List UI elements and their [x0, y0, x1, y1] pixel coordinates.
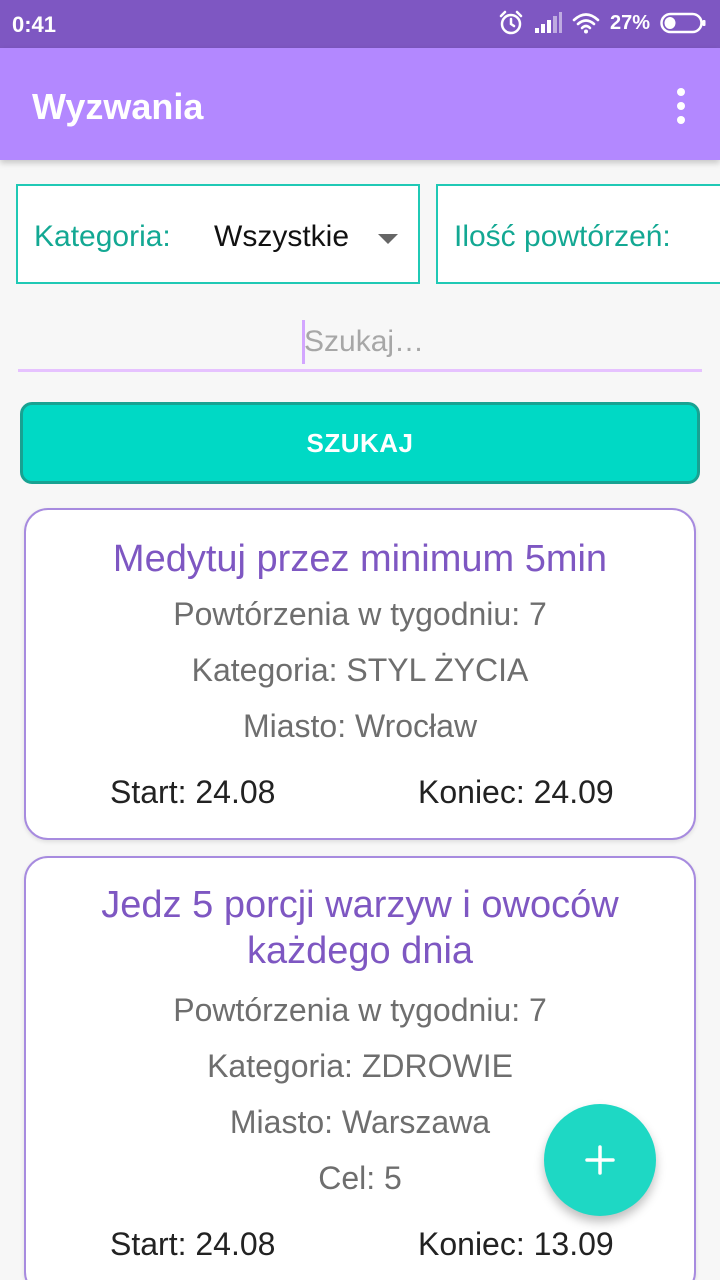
plus-icon: [585, 1145, 615, 1175]
challenge-card[interactable]: Medytuj przez minimum 5min Powtórzenia w…: [24, 508, 696, 840]
app-title: Wyzwania: [32, 86, 204, 127]
add-challenge-button[interactable]: [544, 1104, 656, 1216]
challenge-end: Koniec: 24.09: [418, 774, 614, 810]
dropdown-arrow-icon[interactable]: [378, 234, 398, 244]
challenge-title-line2: każdego dnia: [246, 930, 474, 972]
status-time: 0:41: [12, 12, 57, 37]
status-icons: 27%: [498, 10, 706, 36]
challenge-city: Miasto: Wrocław: [242, 708, 478, 744]
challenge-category: Kategoria: STYL ŻYCIA: [191, 652, 529, 688]
challenge-title: Medytuj przez minimum 5min: [112, 538, 608, 580]
search-button[interactable]: SZUKAJ: [20, 402, 700, 484]
challenge-card[interactable]: Jedz 5 porcji warzyw i owoców każdego dn…: [24, 856, 696, 1280]
alarm-icon: [499, 10, 523, 35]
battery-percent: 27%: [609, 11, 650, 34]
repetitions-label: Ilość powtórzeń:: [454, 220, 671, 253]
wifi-icon: [572, 13, 600, 34]
challenge-repetitions: Powtórzenia w tygodniu: 7: [173, 992, 547, 1028]
challenge-title-line1: Jedz 5 porcji warzyw i owoców: [101, 884, 619, 926]
category-dropdown-value[interactable]: Wszystkie: [214, 220, 349, 254]
battery-icon: [660, 12, 706, 34]
category-filter[interactable]: Kategoria: Wszystkie: [16, 184, 420, 284]
overflow-menu-icon[interactable]: [676, 88, 686, 124]
challenge-start: Start: 24.08: [110, 774, 276, 810]
signal-icon: [534, 12, 562, 33]
app-bar: Wyzwania: [0, 48, 720, 160]
category-label: Kategoria:: [34, 220, 171, 253]
challenge-category: Kategoria: ZDROWIE: [207, 1048, 513, 1084]
status-bar: 0:41 27%: [0, 0, 720, 48]
search-field[interactable]: [18, 312, 702, 372]
challenge-end: Koniec: 13.09: [418, 1226, 614, 1262]
repetitions-filter[interactable]: Ilość powtórzeń:: [436, 184, 720, 284]
search-input[interactable]: [304, 322, 684, 362]
challenge-start: Start: 24.08: [110, 1226, 276, 1262]
challenge-repetitions: Powtórzenia w tygodniu: 7: [173, 596, 547, 632]
